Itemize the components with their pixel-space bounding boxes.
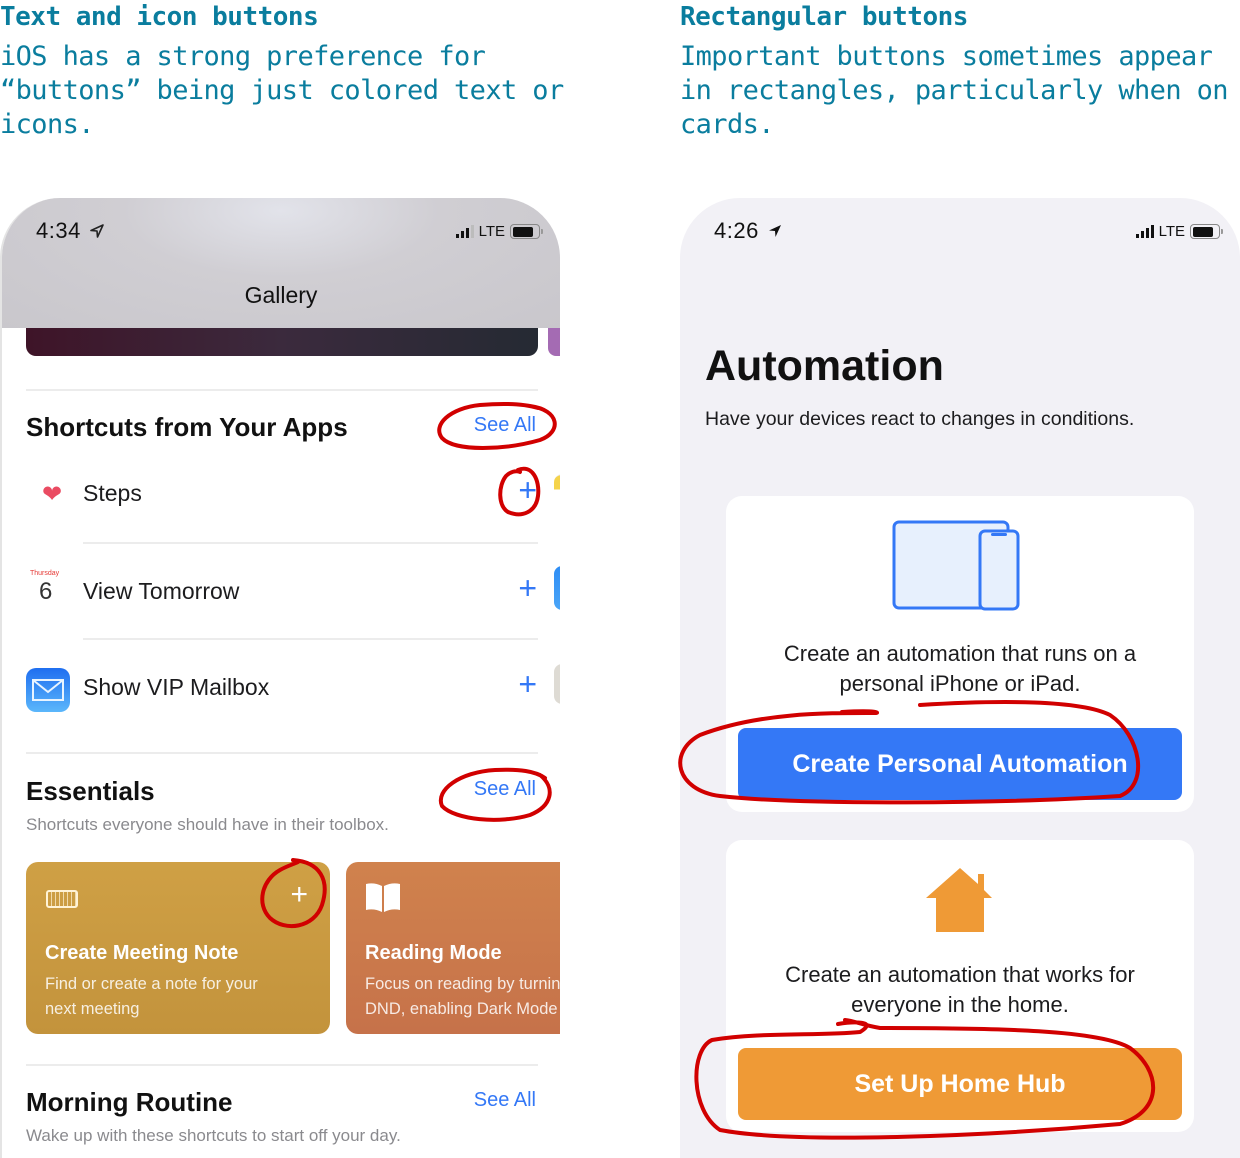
shortcut-card-reading-mode[interactable]: Reading Mode Focus on reading by turning… (346, 862, 560, 1034)
see-all-essentials-link[interactable]: See All (474, 778, 536, 801)
calendar-icon: Thursday 6 (30, 570, 60, 605)
shortcut-card-create-meeting-note[interactable]: + Create Meeting Note Find or create a n… (26, 862, 330, 1034)
card-description: Focus on reading by turning on DND, enab… (365, 975, 560, 1018)
card-description: Create an automation that runs on a pers… (783, 641, 1137, 696)
page-title: Automation (705, 342, 944, 390)
status-bar: 4:34 LTE (2, 198, 560, 268)
location-arrow-outline-icon (90, 224, 105, 238)
home-icon (926, 868, 992, 932)
status-indicators: LTE (1135, 223, 1223, 240)
status-indicators: LTE (455, 223, 543, 240)
section-title-essentials: Essentials (26, 776, 155, 806)
mail-icon (26, 666, 72, 712)
signal-icon (1135, 225, 1154, 238)
list-item-show-vip-mailbox[interactable]: Show VIP Mailbox + (2, 658, 560, 718)
section-title-shortcuts: Shortcuts from Your Apps (26, 412, 348, 442)
card-title: Reading Mode (365, 942, 502, 964)
home-automation-card: Create an automation that works for ever… (726, 840, 1194, 1132)
list-item-steps[interactable]: ❤ Steps + (2, 464, 560, 524)
signal-icon (455, 225, 474, 238)
next-card-peek (554, 566, 560, 610)
set-up-home-hub-button[interactable]: Set Up Home Hub (738, 1048, 1182, 1120)
card-description: Create an automation that works for ever… (785, 962, 1135, 1017)
navigation-bar: 4:34 LTE Gallery (2, 198, 560, 328)
list-item-label: View Tomorrow (83, 578, 240, 604)
network-label: LTE (478, 223, 505, 240)
list-item-label: Show VIP Mailbox (83, 674, 270, 700)
divider (83, 542, 538, 544)
card-description: Find or create a note for your next meet… (45, 975, 258, 1018)
caption-body: iOS has a strong preference for “buttons… (0, 41, 564, 140)
devices-icon (892, 520, 1020, 611)
battery-icon (510, 224, 543, 239)
heart-icon: ❤ (42, 481, 63, 508)
status-bar: 4:26 LTE (680, 198, 1240, 268)
list-item-label: Steps (83, 480, 142, 506)
section-title-morning-routine: Morning Routine (26, 1087, 233, 1117)
caption-body: Important buttons sometimes appear in re… (680, 41, 1229, 140)
list-item-view-tomorrow[interactable]: Thursday 6 View Tomorrow + (2, 562, 560, 622)
divider (26, 1064, 538, 1066)
create-personal-automation-button[interactable]: Create Personal Automation (738, 728, 1182, 800)
keyboard-icon (46, 890, 78, 908)
divider (26, 752, 538, 754)
caption-title: Text and icon buttons (0, 2, 319, 32)
divider (83, 638, 538, 640)
see-all-morning-routine-link[interactable]: See All (474, 1089, 536, 1112)
add-shortcut-button[interactable]: + (518, 474, 537, 506)
add-shortcut-button[interactable]: + (290, 878, 308, 912)
status-time: 4:26 (714, 218, 783, 244)
next-card-peek (554, 474, 560, 504)
caption-rectangular-buttons: Rectangular buttons Important buttons so… (680, 0, 1240, 142)
add-shortcut-button[interactable]: + (518, 668, 537, 700)
location-arrow-filled-icon (769, 225, 782, 237)
automation-phone-screen: 4:26 LTE Automation Have your devices re… (680, 198, 1240, 1158)
caption-text-and-icon-buttons: Text and icon buttons iOS has a strong p… (0, 0, 580, 142)
page-subtitle: Have your devices react to changes in co… (705, 408, 1135, 430)
see-all-shortcuts-link[interactable]: See All (474, 414, 536, 437)
featured-shortcut-card-peek[interactable] (548, 326, 560, 356)
nav-title: Gallery (244, 282, 318, 308)
personal-automation-card: Create an automation that runs on a pers… (726, 496, 1194, 812)
section-subtitle-essentials: Shortcuts everyone should have in their … (26, 815, 389, 834)
battery-icon (1190, 224, 1223, 239)
section-subtitle-morning-routine: Wake up with these shortcuts to start of… (26, 1126, 401, 1145)
divider (26, 389, 538, 391)
book-icon (366, 883, 400, 912)
card-title: Create Meeting Note (45, 942, 239, 964)
status-time: 4:34 (36, 218, 105, 244)
gallery-phone-screen: 4:34 LTE Gallery Shortcuts from Your App… (0, 198, 560, 1158)
next-card-peek (554, 664, 560, 704)
network-label: LTE (1158, 223, 1185, 240)
caption-title: Rectangular buttons (680, 2, 968, 32)
featured-shortcut-card[interactable] (26, 326, 538, 356)
add-shortcut-button[interactable]: + (518, 572, 537, 604)
